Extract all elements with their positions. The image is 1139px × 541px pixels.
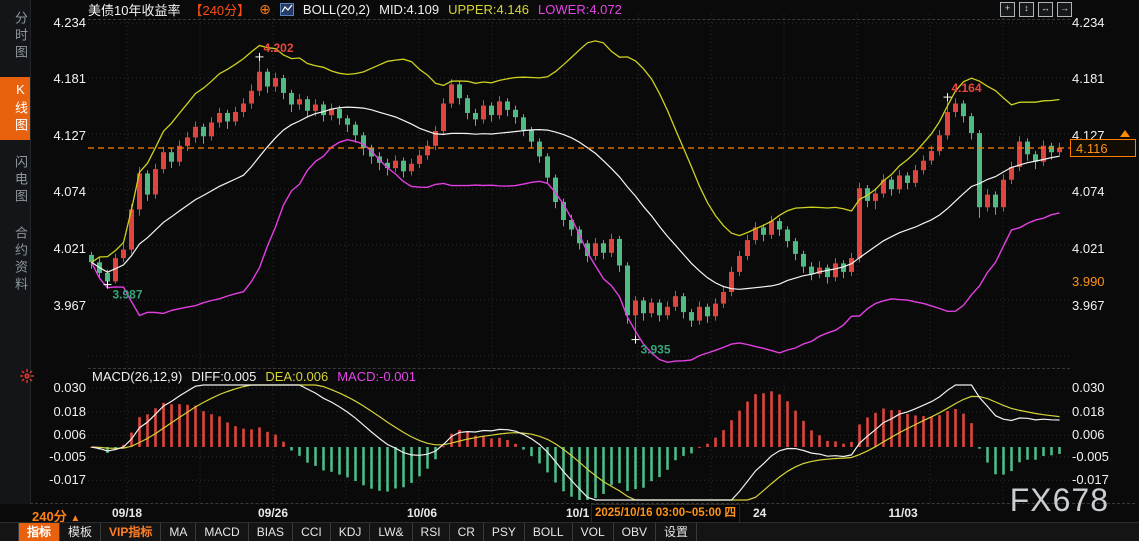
toolbar-button-BOLL[interactable]: BOLL bbox=[525, 523, 573, 541]
toolbar-button-KDJ[interactable]: KDJ bbox=[331, 523, 371, 541]
candlestick-chart[interactable]: 4.202 3.987 3.935 4.164 bbox=[88, 14, 1070, 368]
x-axis: 240分 ▲ 09/18 09/26 10/06 10/1 2025/10/16… bbox=[0, 504, 1139, 523]
main-y-label: 4.127 bbox=[32, 128, 86, 144]
toolbar-button-MA[interactable]: MA bbox=[161, 523, 196, 541]
main-y-label: 4.181 bbox=[1072, 71, 1136, 87]
toolbar-button-指标[interactable]: 指标 bbox=[18, 523, 60, 541]
svg-text:3.935: 3.935 bbox=[641, 343, 671, 357]
current-price-tag: 4.116 bbox=[1070, 139, 1136, 157]
macd-y-label: -0.005 bbox=[32, 449, 86, 465]
svg-text:4.164: 4.164 bbox=[952, 81, 982, 95]
sidebar-tab-分时图[interactable]: 分时图 bbox=[0, 6, 30, 67]
main-y-label: 4.181 bbox=[32, 71, 86, 87]
fx678-watermark: FX678 bbox=[1010, 482, 1109, 519]
toolbar-button-VIP指标[interactable]: VIP指标 bbox=[101, 523, 161, 541]
main-y-label: 4.021 bbox=[32, 241, 86, 257]
x-axis-label-partial: 10/1 bbox=[566, 506, 589, 520]
x-axis-label: 09/18 bbox=[112, 506, 142, 520]
price-up-arrow-icon bbox=[1120, 130, 1130, 137]
main-y-label: 3.967 bbox=[1072, 298, 1136, 314]
main-y-label: 4.234 bbox=[32, 15, 86, 31]
main-y-label: 4.074 bbox=[32, 184, 86, 200]
macd-y-label: 0.018 bbox=[1072, 404, 1136, 420]
svg-text:3.987: 3.987 bbox=[113, 288, 143, 302]
macd-y-label: 0.018 bbox=[32, 404, 86, 420]
sidebar-tab-闪电图[interactable]: 闪电图 bbox=[0, 150, 30, 211]
main-y-label: 4.021 bbox=[1072, 241, 1136, 257]
chart-type-sidebar: 分时图 K线图闪电图合约资料 bbox=[0, 0, 31, 504]
toolbar-button-OBV[interactable]: OBV bbox=[614, 523, 656, 541]
toolbar-button-模板[interactable]: 模板 bbox=[60, 523, 101, 541]
toolbar-button-设置[interactable]: 设置 bbox=[656, 523, 697, 541]
macd-y-label: 0.030 bbox=[1072, 380, 1136, 396]
toolbar-button-LW&[interactable]: LW& bbox=[370, 523, 412, 541]
x-axis-label: 09/26 bbox=[258, 506, 288, 520]
macd-chart[interactable] bbox=[88, 382, 1070, 503]
sidebar-tab-合约资料[interactable]: 合约资料 bbox=[0, 221, 30, 299]
toolbar-button-VOL[interactable]: VOL bbox=[573, 523, 614, 541]
macd-y-label: -0.017 bbox=[32, 472, 86, 488]
toolbar-button-BIAS[interactable]: BIAS bbox=[249, 523, 293, 541]
toolbar-button-PSY[interactable]: PSY bbox=[484, 523, 525, 541]
svg-text:4.202: 4.202 bbox=[264, 41, 294, 55]
macd-y-label: 0.030 bbox=[32, 380, 86, 396]
x-axis-label: 10/06 bbox=[407, 506, 437, 520]
toolbar-button-CR[interactable]: CR bbox=[450, 523, 484, 541]
x-axis-label: 11/03 bbox=[888, 506, 917, 520]
toolbar-button-RSI[interactable]: RSI bbox=[413, 523, 450, 541]
macd-y-label: -0.005 bbox=[1072, 449, 1136, 465]
toolbar-button-MACD[interactable]: MACD bbox=[196, 523, 248, 541]
x-axis-label-partial: 24 bbox=[753, 506, 766, 520]
sidebar-tab-K线图[interactable]: K线图 bbox=[0, 77, 30, 140]
indicator-toolbar: 指标模板VIP指标MAMACDBIASCCIKDJLW&RSICRPSYBOLL… bbox=[0, 522, 1139, 541]
trading-app-window: 分时图K线图闪电图合约资料 美债10年收益率 【240分】 ⊕ BOLL(20,… bbox=[0, 0, 1139, 541]
selected-candle-datetime: 2025/10/16 03:00~05:00 四 bbox=[591, 504, 740, 523]
toolbar-button-CCI[interactable]: CCI bbox=[293, 523, 331, 541]
macd-y-label: 0.006 bbox=[32, 427, 86, 443]
indicator-burst-icon[interactable] bbox=[20, 369, 34, 383]
main-y-label: 4.074 bbox=[1072, 184, 1136, 200]
main-y-label: 3.967 bbox=[32, 298, 86, 314]
main-y-label: 4.234 bbox=[1072, 15, 1136, 31]
secondary-price-label: 3.990 bbox=[1072, 274, 1136, 290]
macd-y-label: 0.006 bbox=[1072, 427, 1136, 443]
